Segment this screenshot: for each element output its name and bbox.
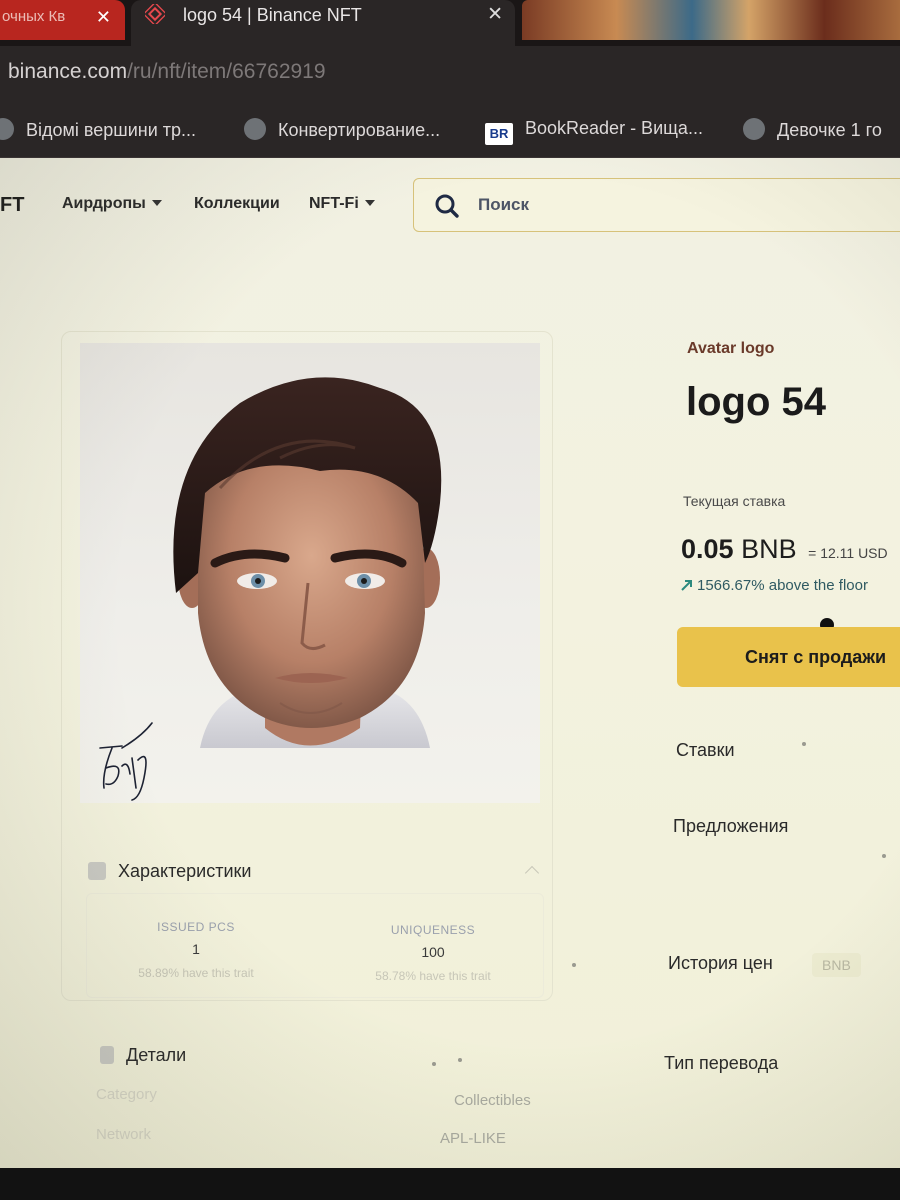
nft-item-page: FT Аирдропы Коллекции NFT-Fi Поиск Avata… xyxy=(0,158,900,1168)
url-text[interactable]: binance.com/ru/nft/item/66762919 xyxy=(8,60,326,84)
address-bar[interactable]: binance.com/ru/nft/item/66762919 xyxy=(0,46,900,104)
details-icon xyxy=(100,1046,114,1064)
traits-header[interactable]: Характеристики xyxy=(88,861,251,882)
bookmark-item[interactable]: Відомі вершини тр... xyxy=(0,118,196,141)
close-icon[interactable]: ✕ xyxy=(96,0,111,34)
tab-previous-title: очных Кв xyxy=(2,8,66,25)
price-value: 0.05 xyxy=(681,534,734,564)
trait-key: ISSUED PCS xyxy=(157,920,235,934)
tab-previous[interactable]: очных Кв ✕ xyxy=(0,0,125,40)
nft-title: logo 54 xyxy=(686,380,827,424)
nav-label: NFT-Fi xyxy=(309,195,359,212)
bookreader-icon: BR xyxy=(485,123,513,145)
trait-value: 1 xyxy=(192,941,200,957)
tab-active-title: logo 54 | Binance NFT xyxy=(183,5,362,25)
globe-icon xyxy=(244,118,266,140)
site-brand[interactable]: FT xyxy=(0,194,24,217)
monitor-bezel xyxy=(0,1168,900,1200)
trending-up-icon xyxy=(681,580,692,591)
detail-value: Collectibles xyxy=(454,1092,531,1109)
bookmark-label: BookReader - Вища... xyxy=(525,118,703,138)
details-heading: Детали xyxy=(126,1045,187,1065)
nav-label: Коллекции xyxy=(194,195,280,212)
globe-icon xyxy=(743,118,765,140)
trait-value: 100 xyxy=(421,944,445,960)
search-input[interactable]: Поиск xyxy=(413,178,900,232)
trait-rarity: 58.78% have this trait xyxy=(375,969,491,983)
detail-label: Category xyxy=(96,1086,157,1103)
tab-active[interactable]: logo 54 | Binance NFT ✕ xyxy=(131,0,515,46)
caret-down-icon xyxy=(364,200,375,206)
bookmarks-bar: Відомі вершини тр... Конвертирование... … xyxy=(0,104,900,158)
current-price: 0.05 BNB = 12.11 USD xyxy=(681,534,888,565)
tab-thumbnail[interactable] xyxy=(522,0,900,40)
tab-strip: очных Кв ✕ logo 54 | Binance NFT ✕ xyxy=(0,0,900,46)
floor-text: 1566.67% above the floor xyxy=(697,577,868,594)
offers-section[interactable]: Предложения xyxy=(673,816,788,837)
price-currency: BNB xyxy=(741,534,797,564)
nav-nft-fi[interactable]: NFT-Fi xyxy=(309,195,375,213)
current-bid-label: Текущая ставка xyxy=(683,493,786,509)
url-path: /ru/nft/item/66762919 xyxy=(127,60,326,83)
collection-name[interactable]: Avatar logo xyxy=(687,340,774,358)
caret-down-icon xyxy=(151,200,162,206)
screen-speck xyxy=(432,1062,436,1066)
price-history-currency-badge[interactable]: BNB xyxy=(812,953,861,977)
details-header[interactable]: Детали xyxy=(100,1045,186,1066)
close-icon[interactable]: ✕ xyxy=(487,0,503,30)
trait-key: UNIQUENESS xyxy=(390,923,476,937)
traits-icon xyxy=(88,862,106,880)
bids-section[interactable]: Ставки xyxy=(676,740,735,761)
bookmark-label: Конвертирование... xyxy=(278,120,441,140)
screen-speck xyxy=(882,854,886,858)
trait-card[interactable]: ISSUED PCS 1 58.89% have this trait xyxy=(96,920,296,980)
bookmark-item[interactable]: Девочке 1 го xyxy=(743,118,882,141)
screen-speck xyxy=(802,742,806,746)
bookmark-item[interactable]: Конвертирование... xyxy=(244,118,440,141)
globe-icon xyxy=(0,118,14,140)
artist-signature-image xyxy=(99,722,153,801)
url-host: binance.com xyxy=(8,60,128,83)
floor-comparison: 1566.67% above the floor xyxy=(680,577,868,594)
nav-collections[interactable]: Коллекции xyxy=(194,195,280,213)
search-icon xyxy=(435,194,459,218)
nav-label: Аирдропы xyxy=(62,195,146,212)
bookmark-label: Відомі вершини тр... xyxy=(26,120,197,140)
detail-value[interactable]: APL-LIKE xyxy=(440,1130,506,1147)
traits-heading: Характеристики xyxy=(118,861,252,881)
nav-airdrops[interactable]: Аирдропы xyxy=(62,195,162,213)
price-usd: = 12.11 USD xyxy=(808,545,888,561)
trait-card[interactable]: UNIQUENESS 100 58.78% have this trait xyxy=(333,923,533,983)
trait-rarity: 58.89% have this trait xyxy=(138,966,254,980)
bookmark-item[interactable]: BR BookReader - Вища... xyxy=(485,118,703,145)
detail-label: Network xyxy=(96,1126,152,1143)
delist-button[interactable]: Снят с продажи xyxy=(677,627,900,687)
screen-speck xyxy=(458,1058,462,1062)
price-history-section[interactable]: История цен xyxy=(668,953,773,974)
binance-logo-icon xyxy=(145,4,165,24)
search-placeholder: Поиск xyxy=(478,195,530,214)
screen-speck xyxy=(572,963,576,967)
bookmark-label: Девочке 1 го xyxy=(777,120,882,140)
transfer-type-section[interactable]: Тип перевода xyxy=(664,1053,778,1074)
